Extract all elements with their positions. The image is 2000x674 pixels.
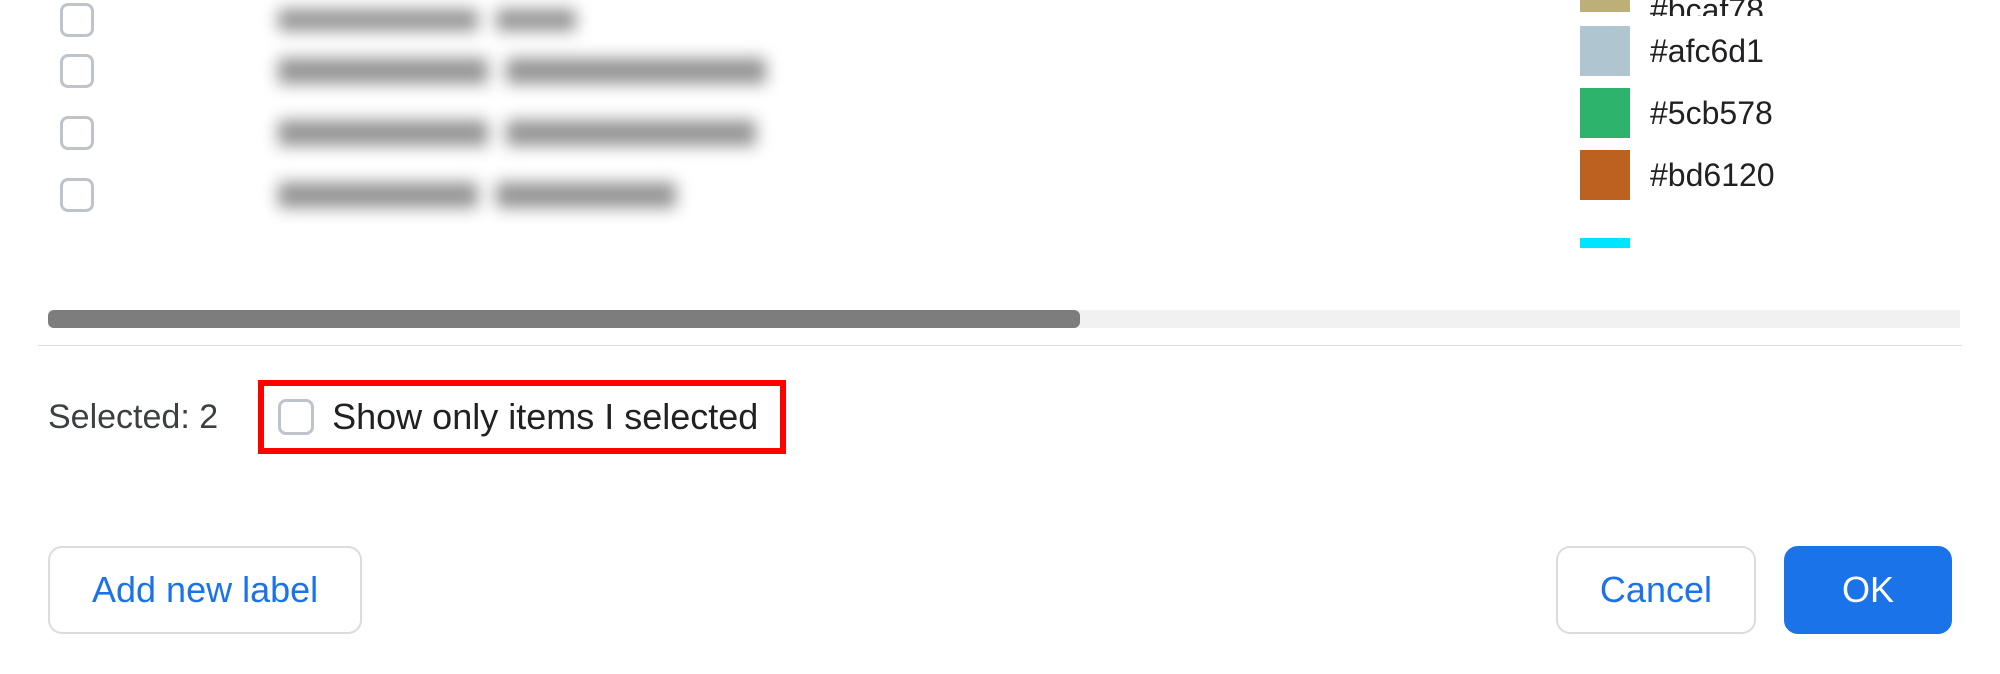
color-hex-label: #5cb578 xyxy=(1650,95,1773,132)
color-row: #bd6120 xyxy=(1580,144,1960,206)
color-column: #bcaf78 #afc6d1 #5cb578 #bd6120 xyxy=(1580,0,1960,206)
ok-button[interactable]: OK xyxy=(1784,546,1952,634)
blurred-row-text xyxy=(278,58,766,84)
selected-count: Selected: 2 xyxy=(48,398,218,437)
add-new-label-button[interactable]: Add new label xyxy=(48,546,362,634)
row-checkbox[interactable] xyxy=(60,116,94,150)
color-hex-label: #afc6d1 xyxy=(1650,33,1764,70)
color-swatch[interactable] xyxy=(1580,88,1630,138)
blurred-row-text xyxy=(278,9,576,31)
color-row: #bcaf78 xyxy=(1580,0,1960,20)
blurred-row-text xyxy=(278,120,756,146)
filter-highlight: Show only items I selected xyxy=(258,380,786,454)
filter-label: Show only items I selected xyxy=(332,396,758,438)
color-swatch[interactable] xyxy=(1580,0,1630,12)
horizontal-scrollbar-track[interactable] xyxy=(48,310,1960,328)
row-checkbox[interactable] xyxy=(60,3,94,37)
list-area: #bcaf78 #afc6d1 #5cb578 #bd6120 xyxy=(0,0,2000,280)
list-bottom-border xyxy=(38,345,1962,346)
color-row: #5cb578 xyxy=(1580,82,1960,144)
row-checkbox[interactable] xyxy=(60,54,94,88)
color-swatch[interactable] xyxy=(1580,26,1630,76)
color-hex-label: #bcaf78 xyxy=(1650,0,1764,16)
color-swatch[interactable] xyxy=(1580,150,1630,200)
row-checkbox[interactable] xyxy=(60,178,94,212)
blurred-row-text xyxy=(278,182,676,208)
color-hex-label: #bd6120 xyxy=(1650,157,1775,194)
selection-footer: Selected: 2 Show only items I selected xyxy=(48,380,786,454)
horizontal-scrollbar-thumb[interactable] xyxy=(48,310,1080,328)
dialog-button-row: Add new label Cancel OK xyxy=(48,546,1952,634)
color-row: #afc6d1 xyxy=(1580,20,1960,82)
filter-checkbox[interactable] xyxy=(278,399,314,435)
cancel-button[interactable]: Cancel xyxy=(1556,546,1756,634)
color-swatch-partial[interactable] xyxy=(1580,238,1630,248)
